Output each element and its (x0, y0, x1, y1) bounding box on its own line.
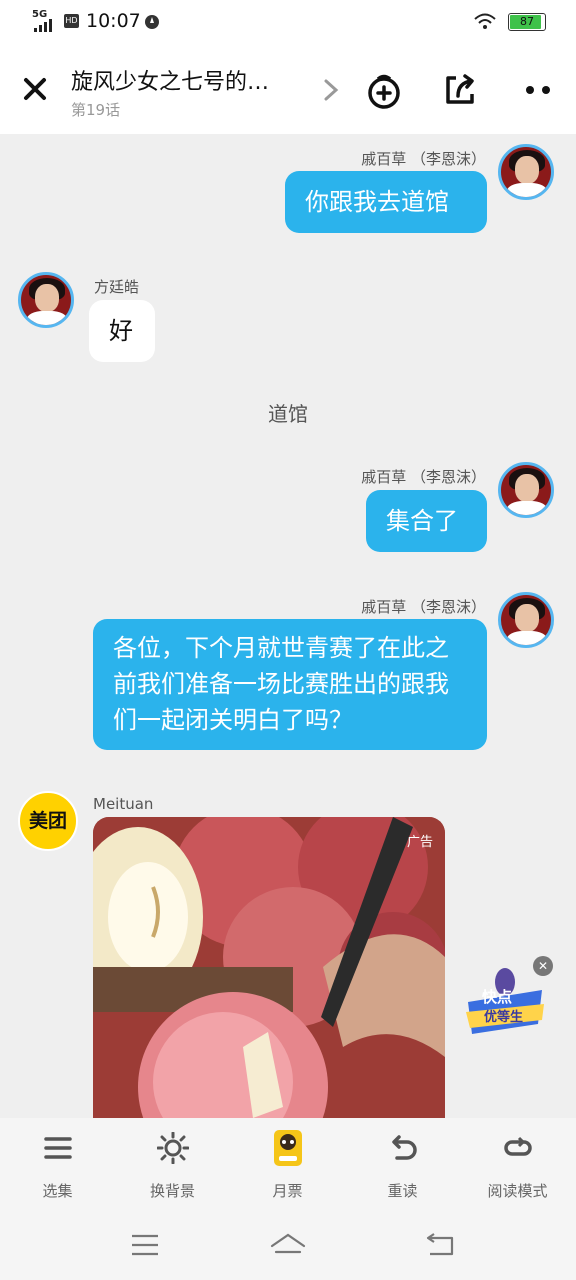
menu-icon[interactable] (130, 1232, 160, 1258)
scene-label: 道馆 (268, 402, 308, 426)
promo-line2: 优等生 (484, 1009, 523, 1025)
message-bubble: 各位，下个月就世青赛了在此之前我们准备一场比赛胜出的跟我们一起闭关明白了吗？ (93, 619, 487, 750)
home-icon[interactable] (270, 1232, 306, 1260)
chevron-right-icon[interactable] (322, 78, 340, 102)
apple-photo (93, 817, 445, 1118)
close-icon[interactable] (20, 74, 50, 104)
share-icon[interactable] (440, 70, 480, 110)
system-nav-bar (0, 1212, 576, 1280)
status-bar: 5G HD 10:07 87 (0, 0, 576, 44)
toolbar-chapters[interactable]: 选集 (0, 1118, 115, 1212)
toolbar-label: 换背景 (149, 1182, 195, 1200)
list-icon (44, 1137, 72, 1159)
speaker-name: 戚百草 （李恩沫） (361, 468, 486, 486)
notification-icon (145, 15, 159, 29)
loop-icon (504, 1136, 532, 1156)
toolbar-monthly-ticket[interactable]: 月票 (230, 1118, 345, 1212)
clock: 10:07 (86, 10, 141, 32)
promo-widget[interactable]: 快点 优等生 (462, 962, 548, 1042)
reader-header: 旋风少女之七号的… 第19话 (0, 44, 576, 134)
undo-icon (392, 1135, 417, 1160)
signal-icon (34, 19, 52, 32)
avatar[interactable] (498, 144, 554, 200)
add-favorite-icon[interactable] (364, 70, 404, 110)
episode-label: 第19话 (71, 101, 121, 119)
bottom-toolbar: 选集 换背景 月票 重读 阅读模式 (0, 1118, 576, 1212)
toolbar-label: 选集 (42, 1182, 73, 1200)
speaker-name: 戚百草 （李恩沫） (361, 598, 486, 616)
toolbar-label: 重读 (387, 1182, 418, 1200)
toolbar-reread[interactable]: 重读 (345, 1118, 460, 1212)
toolbar-label: 月票 (272, 1182, 303, 1200)
back-icon[interactable] (424, 1232, 454, 1258)
toolbar-background[interactable]: 换背景 (115, 1118, 230, 1212)
ad-image[interactable]: 广告 (93, 817, 445, 1118)
ticket-icon (274, 1130, 302, 1166)
ad-badge: 广告 (406, 835, 433, 850)
message-bubble: 好 (89, 300, 155, 362)
promo-line1: 快点 (482, 988, 512, 1006)
more-icon[interactable] (518, 70, 558, 110)
comic-title[interactable]: 旋风少女之七号的… (71, 64, 269, 96)
avatar[interactable] (498, 462, 554, 518)
toolbar-label: 阅读模式 (487, 1182, 548, 1200)
battery-level: 87 (520, 15, 534, 28)
close-icon[interactable]: ✕ (533, 956, 553, 976)
sun-icon (157, 1132, 189, 1164)
avatar[interactable] (18, 272, 74, 328)
message-bubble: 集合了 (366, 490, 487, 552)
battery-indicator: 87 (508, 13, 546, 31)
hd-icon: HD (64, 14, 79, 28)
speaker-name: 戚百草 （李恩沫） (361, 150, 486, 168)
message-bubble: 你跟我去道馆 (285, 171, 487, 233)
toolbar-read-mode[interactable]: 阅读模式 (460, 1118, 575, 1212)
wifi-icon (474, 13, 496, 29)
meituan-logo[interactable]: 美团 (18, 791, 78, 851)
avatar[interactable] (498, 592, 554, 648)
speaker-name: 方廷皓 (94, 278, 140, 296)
advertiser-name: Meituan (93, 795, 154, 813)
